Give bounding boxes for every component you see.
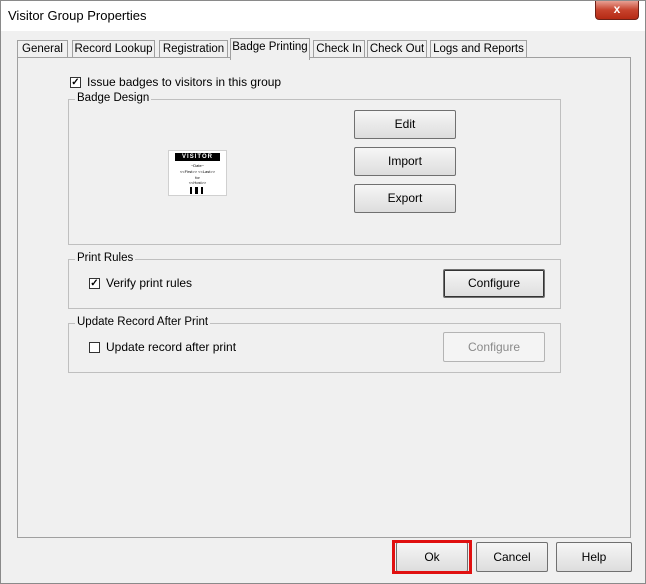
export-button[interactable]: Export (354, 184, 456, 213)
import-button[interactable]: Import (354, 147, 456, 176)
tab-check-in[interactable]: Check In (313, 40, 365, 58)
update-record-label: Update record after print (106, 340, 237, 354)
tab-label: Check In (316, 43, 362, 55)
issue-badges-label: Issue badges to visitors in this group (87, 75, 282, 89)
tab-label: Registration (162, 43, 225, 55)
update-record-title: Update Record After Print (75, 316, 211, 328)
badge-barcode-bar (195, 187, 198, 194)
tab-general[interactable]: General (17, 40, 68, 58)
tab-registration[interactable]: Registration (159, 40, 228, 58)
window-title: Visitor Group Properties (8, 8, 147, 23)
tab-logs-and-reports[interactable]: Logs and Reports (430, 40, 527, 58)
badge-design-title: Badge Design (75, 92, 152, 104)
badge-preview: VISITOR ~Date~ <<First>> <<Last>> for <<… (168, 150, 227, 196)
tab-label: Check Out (369, 43, 425, 55)
tab-label: Badge Printing (232, 41, 308, 53)
print-rules-title: Print Rules (75, 252, 136, 264)
tab-record-lookup[interactable]: Record Lookup (72, 40, 155, 58)
verify-print-rules-label: Verify print rules (106, 276, 193, 290)
tab-label: Logs and Reports (433, 43, 524, 55)
ok-highlight-box (392, 540, 472, 574)
badge-barcode-bar (190, 187, 192, 194)
tab-badge-printing[interactable]: Badge Printing (230, 38, 310, 60)
verify-print-rules-checkbox[interactable]: ✓ (89, 278, 100, 289)
badge-name-line: <<First>> <<Last>> (179, 169, 216, 174)
badge-date-line: ~Date~ (190, 163, 205, 168)
badge-host-line: <<Host>> (188, 180, 207, 185)
update-record-configure-button: Configure (443, 332, 545, 362)
badge-design-group: Badge Design (68, 92, 561, 245)
help-button[interactable]: Help (556, 542, 632, 572)
close-button[interactable]: x (595, 1, 639, 20)
badge-header: VISITOR (175, 153, 220, 161)
badge-barcode-bar (201, 187, 203, 194)
issue-badges-checkbox[interactable]: ✓ (70, 77, 81, 88)
tab-label: General (22, 43, 63, 55)
tab-label: Record Lookup (74, 43, 153, 55)
print-rules-configure-button[interactable]: Configure (443, 269, 545, 298)
edit-button[interactable]: Edit (354, 110, 456, 139)
cancel-button[interactable]: Cancel (476, 542, 548, 572)
dialog-window: Visitor Group Properties x General Recor… (0, 0, 646, 584)
title-bar: Visitor Group Properties x (1, 1, 645, 31)
tab-check-out[interactable]: Check Out (367, 40, 427, 58)
close-icon: x (613, 2, 621, 16)
update-record-checkbox[interactable] (89, 342, 100, 353)
